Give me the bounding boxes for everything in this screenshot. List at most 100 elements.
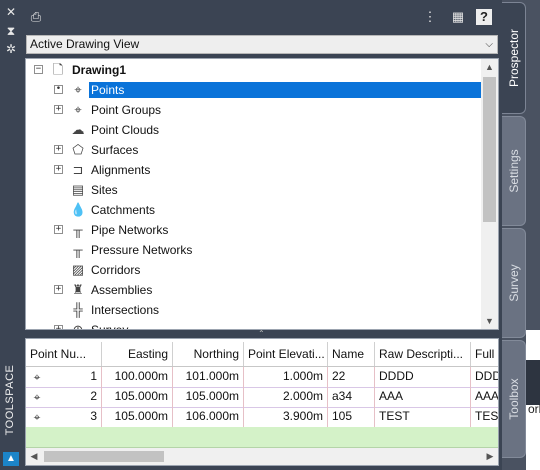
scroll-up-icon[interactable]: ▲: [481, 59, 498, 75]
tree-item-points[interactable]: • ⌖ Points: [26, 80, 481, 100]
tree-item-alignments[interactable]: + ⊐ Alignments: [26, 160, 481, 180]
tree-item-label: Corridors: [91, 263, 141, 277]
cell-elevation[interactable]: 1.000m: [244, 367, 328, 387]
tab-prospector[interactable]: Prospector: [502, 2, 526, 114]
cell-northing[interactable]: 105.000m: [173, 387, 244, 407]
tab-settings[interactable]: Settings: [502, 116, 526, 226]
cell-easting[interactable]: 105.000m: [102, 407, 173, 427]
cell-raw-description[interactable]: AAA: [375, 387, 471, 407]
drawing-icon[interactable]: ⎙: [28, 9, 44, 25]
tab-prospector-label: Prospector: [506, 28, 521, 88]
cell-name[interactable]: 22: [328, 367, 375, 387]
tree-root-label: Drawing1: [72, 63, 127, 77]
tab-survey-label: Survey: [506, 264, 521, 302]
tree-item-label: Catchments: [91, 203, 156, 217]
scroll-left-icon[interactable]: ◀: [26, 448, 42, 465]
tree-item-pipe-networks[interactable]: + ╥ Pipe Networks: [26, 220, 481, 240]
col-full-description[interactable]: Full: [471, 342, 498, 366]
cell-northing[interactable]: 106.000m: [173, 407, 244, 427]
point-groups-icon: ⌖: [74, 102, 82, 117]
table-row[interactable]: ⌖ 3 105.000m 106.000m 3.900m 105 TEST TE…: [26, 407, 498, 428]
auto-hide-icon[interactable]: ⧗: [4, 24, 18, 38]
scrollbar-thumb[interactable]: [44, 451, 164, 462]
pressure-networks-icon: ╥: [73, 242, 83, 257]
scroll-right-icon[interactable]: ▶: [482, 448, 498, 465]
help-icon[interactable]: ?: [476, 9, 492, 25]
expand-icon[interactable]: •: [54, 85, 63, 94]
cell-elevation[interactable]: 3.900m: [244, 407, 328, 427]
tree-item-catchments[interactable]: 💧 Catchments: [26, 200, 481, 220]
expand-icon[interactable]: +: [54, 145, 63, 154]
palette-title-bar: ✕ ⧗ ✲ TOOLSPACE ▲: [0, 0, 22, 470]
col-raw-description[interactable]: Raw Descripti...: [375, 342, 471, 366]
tree-item-corridors[interactable]: ▨ Corridors: [26, 260, 481, 280]
assemblies-icon: ♜: [72, 282, 84, 297]
tree-item-pressure-networks[interactable]: ╥ Pressure Networks: [26, 240, 481, 260]
point-icon: ⌖: [33, 390, 41, 404]
tree-item-point-clouds[interactable]: ☁ Point Clouds: [26, 120, 481, 140]
col-name[interactable]: Name: [328, 342, 375, 366]
tree-item-intersections[interactable]: ╬ Intersections: [26, 300, 481, 320]
cell-raw-description[interactable]: DDDD: [375, 367, 471, 387]
new-point-row[interactable]: [26, 427, 498, 448]
list-view-icon[interactable]: ▦: [450, 9, 466, 25]
tree-item-label: Pressure Networks: [91, 243, 193, 257]
splitter-grip-icon[interactable]: ⌃: [258, 330, 265, 338]
point-icon: ⌖: [33, 370, 41, 384]
cell-point-number[interactable]: ⌖ 1: [26, 367, 102, 387]
cell-point-number[interactable]: ⌖ 3: [26, 407, 102, 427]
tree-item-label: Point Groups: [91, 103, 162, 117]
toggle-item-view-icon[interactable]: ⋮: [422, 9, 438, 25]
panel-splitter[interactable]: ⌃: [25, 330, 499, 338]
cell-full-description[interactable]: TEST: [471, 407, 498, 427]
cell-easting[interactable]: 105.000m: [102, 387, 173, 407]
point-icon: ⌖: [33, 410, 41, 424]
palette-title: TOOLSPACE: [4, 364, 16, 436]
prospector-tree: − 🗋 Drawing1 • ⌖ Points + ⌖ Point Groups…: [25, 58, 499, 330]
tree-root-row[interactable]: − 🗋 Drawing1: [26, 60, 481, 80]
cell-name[interactable]: a34: [328, 387, 375, 407]
expand-icon[interactable]: +: [54, 165, 63, 174]
col-point-elevation[interactable]: Point Elevati...: [244, 342, 328, 366]
background-text: ork: [528, 402, 540, 416]
col-easting[interactable]: Easting: [102, 342, 173, 366]
intersections-icon: ╬: [73, 302, 83, 317]
cell-easting[interactable]: 100.000m: [102, 367, 173, 387]
alignments-icon: ⊐: [72, 162, 84, 177]
scroll-down-icon[interactable]: ▼: [481, 313, 498, 329]
cell-full-description[interactable]: AAA: [471, 387, 498, 407]
drawing-view-select[interactable]: Active Drawing View ⌵: [26, 35, 498, 54]
tree-item-point-groups[interactable]: + ⌖ Point Groups: [26, 100, 481, 120]
cell-name[interactable]: 105: [328, 407, 375, 427]
tree-item-assemblies[interactable]: + ♜ Assemblies: [26, 280, 481, 300]
cell-elevation[interactable]: 2.000m: [244, 387, 328, 407]
tree-item-sites[interactable]: ▤ Sites: [26, 180, 481, 200]
scrollbar-thumb[interactable]: [483, 77, 496, 222]
col-northing[interactable]: Northing: [173, 342, 244, 366]
grid-horizontal-scrollbar[interactable]: ◀ ▶: [26, 448, 498, 465]
tree-item-label: Alignments: [91, 163, 151, 177]
tree-item-label: Points: [89, 82, 481, 98]
expand-icon[interactable]: +: [54, 225, 63, 234]
tree-item-survey[interactable]: + ⊕ Survey: [26, 320, 481, 329]
table-row[interactable]: ⌖ 2 105.000m 105.000m 2.000m a34 AAA AAA: [26, 387, 498, 408]
sites-icon: ▤: [71, 182, 85, 197]
cell-point-number[interactable]: ⌖ 2: [26, 387, 102, 407]
tree-vertical-scrollbar[interactable]: ▲ ▼: [481, 59, 498, 329]
tree-item-surfaces[interactable]: + ⬠ Surfaces: [26, 140, 481, 160]
expand-icon[interactable]: +: [54, 285, 63, 294]
cell-raw-description[interactable]: TEST: [375, 407, 471, 427]
col-point-number[interactable]: Point Nu...: [26, 342, 102, 366]
collapse-icon[interactable]: −: [34, 65, 43, 74]
table-row[interactable]: ⌖ 1 100.000m 101.000m 1.000m 22 DDDD DDD: [26, 367, 498, 388]
tab-survey[interactable]: Survey: [502, 228, 526, 338]
corridors-icon: ▨: [71, 262, 85, 277]
surfaces-icon: ⬠: [72, 142, 84, 157]
tab-toolbox[interactable]: Toolbox: [502, 340, 526, 458]
cell-full-description[interactable]: DDD: [471, 367, 498, 387]
chevron-down-icon[interactable]: ⌵: [485, 36, 493, 53]
expand-icon[interactable]: +: [54, 105, 63, 114]
properties-icon[interactable]: ✲: [4, 42, 18, 56]
close-icon[interactable]: ✕: [4, 5, 18, 19]
cell-northing[interactable]: 101.000m: [173, 367, 244, 387]
